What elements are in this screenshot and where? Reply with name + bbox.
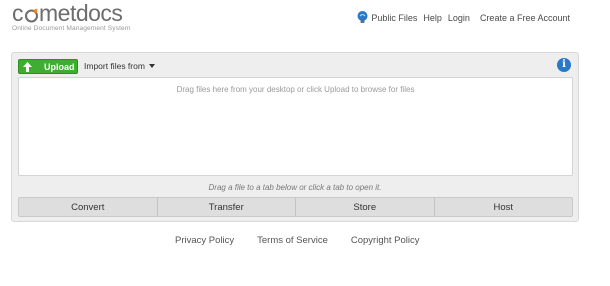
- info-icon[interactable]: i: [557, 58, 571, 72]
- logo-text-post: metdocs: [39, 0, 123, 26]
- tab-transfer[interactable]: Transfer: [158, 198, 296, 216]
- help-link[interactable]: Help: [423, 13, 442, 23]
- import-files-label: Import files from: [84, 61, 145, 71]
- login-link[interactable]: Login: [448, 13, 470, 23]
- comet-icon: [24, 8, 39, 23]
- chevron-down-icon: [148, 64, 155, 68]
- create-account-link[interactable]: Create a Free Account: [480, 13, 570, 23]
- tab-store[interactable]: Store: [296, 198, 435, 216]
- upload-button-label: Upload: [44, 61, 75, 72]
- tab-convert[interactable]: Convert: [19, 198, 158, 216]
- dropzone-text: Drag files here from your desktop or cli…: [176, 85, 415, 94]
- logo-tagline: Online Document Management System: [12, 25, 131, 32]
- file-dropzone[interactable]: Drag files here from your desktop or cli…: [18, 77, 573, 176]
- logo-text-pre: c: [12, 0, 24, 26]
- lightbulb-icon[interactable]: [357, 11, 368, 24]
- cometdocs-logo[interactable]: c metdocs Online Document Management Sys…: [12, 0, 142, 33]
- tab-host[interactable]: Host: [435, 198, 573, 216]
- top-navigation: Public Files Help Login Create a Free Ac…: [357, 11, 570, 24]
- drag-hint: Drag a file to a tab below or click a ta…: [208, 183, 382, 192]
- upload-panel: Upload Import files from i Drag files he…: [11, 52, 579, 222]
- action-tabs: Convert Transfer Store Host: [18, 197, 573, 217]
- privacy-policy-link[interactable]: Privacy Policy: [175, 235, 234, 246]
- upload-button[interactable]: Upload: [18, 59, 78, 74]
- up-arrow-icon: [21, 60, 34, 73]
- public-files-link[interactable]: Public Files: [371, 13, 417, 23]
- copyright-policy-link[interactable]: Copyright Policy: [351, 235, 420, 246]
- logo-wordmark: c metdocs: [12, 0, 142, 26]
- terms-of-service-link[interactable]: Terms of Service: [257, 235, 328, 246]
- footer-links: Privacy Policy Terms of Service Copyrigh…: [175, 235, 420, 246]
- import-files-dropdown[interactable]: Import files from: [84, 61, 155, 71]
